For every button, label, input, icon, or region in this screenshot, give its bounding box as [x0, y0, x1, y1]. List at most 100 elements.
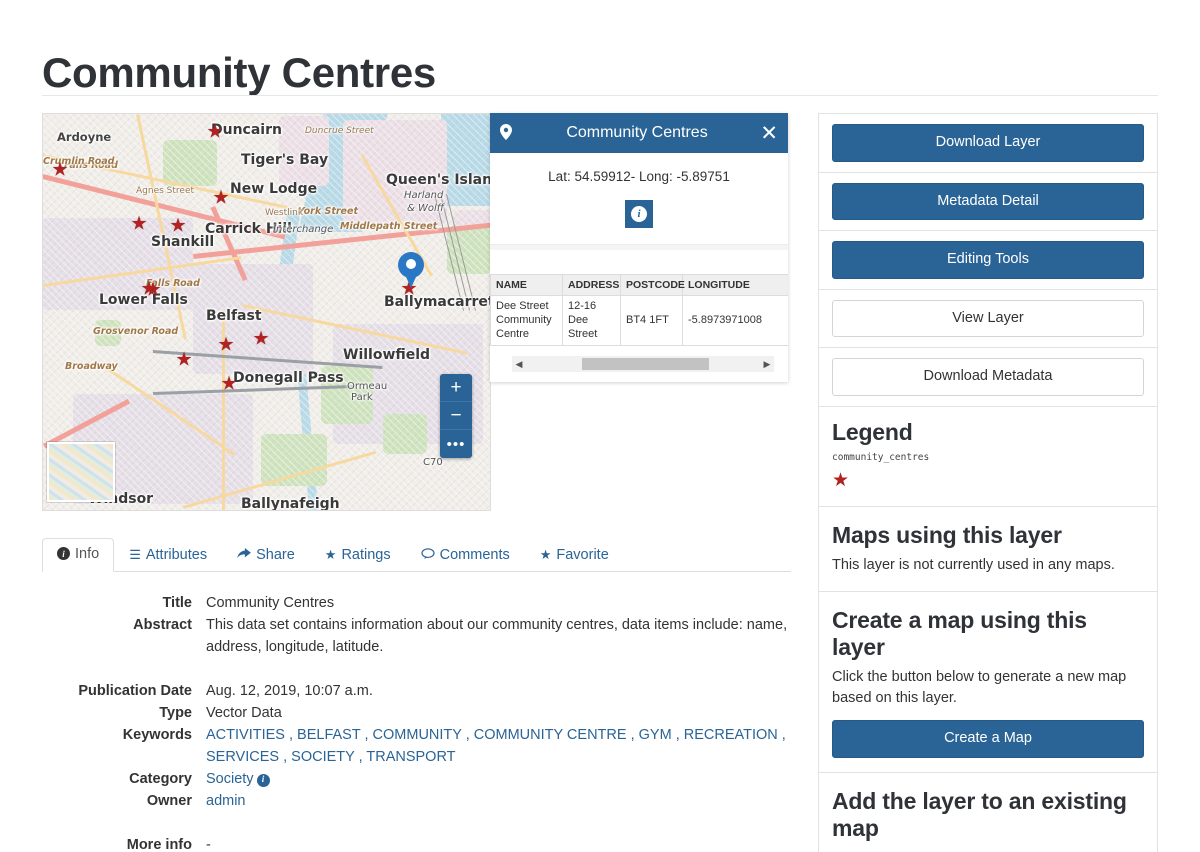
table-cell: -5.8973971008	[682, 294, 788, 347]
info-label-moreinfo[interactable]: More info	[42, 834, 206, 852]
map-marker-star-icon[interactable]: ★	[175, 351, 192, 370]
info-circle-icon[interactable]: i	[256, 773, 270, 787]
map-selected-pin[interactable]	[398, 252, 424, 288]
editing-tools-button[interactable]: Editing Tools	[832, 241, 1144, 279]
info-circle-icon: i	[631, 206, 647, 222]
info-label-title: Title	[162, 595, 192, 611]
star-icon: ★	[832, 469, 850, 491]
map-marker-star-icon[interactable]: ★	[212, 189, 229, 208]
popup-table-caption: es	[490, 260, 788, 274]
section-add-to-existing-map: Add the layer to an existing map Belfast…	[819, 773, 1157, 852]
tab-share[interactable]: Share	[222, 539, 310, 573]
maps-using-heading: Maps using this layer	[832, 521, 1062, 548]
info-value-type: Vector Data	[206, 705, 282, 722]
download-layer-button[interactable]: Download Layer	[832, 124, 1144, 162]
maps-using-text: This layer is not currently used in any …	[832, 556, 1115, 573]
info-row-owner: Owner admin	[42, 790, 791, 812]
map-marker-star-icon[interactable]: ★	[217, 336, 234, 355]
map-canvas[interactable]: Ardoyne Duncairn Duncrue Street Tiger's Bay…	[43, 114, 490, 510]
map-marker-star-icon[interactable]: ★	[169, 217, 186, 236]
layer-detail-page: Community Centres Ardoyne Duncairn Duncr…	[0, 0, 1200, 852]
tab-label: Share	[256, 546, 295, 563]
table-column-header: POSTCODE	[620, 274, 685, 296]
popup-info-button[interactable]: i	[625, 200, 653, 228]
section-create-map: Create a map using this layer Click the …	[819, 592, 1157, 773]
tab-ratings[interactable]: ★ Ratings	[310, 539, 406, 573]
info-row-type: Type Vector Data	[42, 702, 791, 724]
map-marker-star-icon[interactable]: ★	[206, 123, 223, 142]
create-map-heading: Create a map using this layer	[832, 606, 1087, 660]
map-more-options-button[interactable]: •••	[440, 430, 472, 458]
map-marker-star-icon[interactable]: ★	[130, 215, 147, 234]
scrollbar-thumb[interactable]	[582, 358, 709, 371]
popup-attribute-table[interactable]: FACILITIESNAMEADDRESSPOSTCODELONGITUDE 2…	[490, 274, 788, 347]
download-metadata-button[interactable]: Download Metadata	[832, 358, 1144, 396]
map-marker-star-icon[interactable]: ★	[220, 375, 237, 394]
tab-attributes[interactable]: ☰ Attributes	[114, 539, 222, 573]
map-overview-inset[interactable]	[47, 442, 115, 502]
info-label-category: Category	[129, 771, 192, 788]
table-cell: Dee Street Community Centre	[490, 294, 563, 347]
map-marker-star-icon[interactable]: ★	[252, 330, 269, 349]
tab-comments[interactable]: Comments	[406, 539, 525, 573]
info-value-keywords[interactable]: ACTIVITIES , BELFAST , COMMUNITY , COMMU…	[206, 724, 791, 768]
legend-heading: Legend	[832, 418, 913, 445]
popup-table-hscrollbar[interactable]: ◀ ▶	[512, 356, 774, 373]
scroll-right-icon[interactable]: ▶	[760, 359, 774, 370]
list-icon: ☰	[129, 547, 141, 563]
info-label-pubdate: Publication Date	[78, 683, 192, 700]
info-value-pubdate: Aug. 12, 2019, 10:07 a.m.	[206, 683, 373, 700]
popup-title: Community Centres	[566, 124, 708, 141]
table-cell: BT4 1FT	[620, 294, 683, 347]
map-viewport[interactable]: Ardoyne Duncairn Duncrue Street Tiger's Bay…	[42, 113, 491, 511]
section-legend: Legend community_centres ★	[819, 407, 1157, 507]
table-column-header: ADDRESS	[562, 274, 621, 296]
star-icon: ★	[324, 547, 337, 563]
tab-favorite[interactable]: ★ Favorite	[525, 539, 624, 573]
zoom-out-button[interactable]: −	[440, 402, 472, 430]
section-download-metadata: Download Metadata	[819, 348, 1157, 407]
info-value-category[interactable]: Society	[206, 771, 254, 787]
star-icon: ★	[539, 547, 552, 563]
zoom-in-button[interactable]: +	[440, 374, 472, 402]
popup-attribute-table-zone: es FACILITIESNAMEADDRESSPOSTCODELONGITUD…	[490, 250, 788, 382]
map-marker-star-icon[interactable]: ★	[51, 161, 68, 180]
table-cell: 12-16 Dee Street	[562, 294, 621, 347]
close-icon[interactable]: ✕	[754, 123, 778, 144]
section-editing-tools: Editing Tools	[819, 231, 1157, 290]
tab-label: Comments	[439, 546, 510, 563]
info-value-category-wrap: Society i	[206, 768, 791, 790]
map-marker-star-icon[interactable]: ★	[140, 280, 157, 299]
tab-info[interactable]: i Info	[42, 538, 115, 572]
header-divider	[42, 95, 1158, 96]
popup-table-shift: es FACILITIESNAMEADDRESSPOSTCODELONGITUD…	[490, 260, 788, 347]
metadata-detail-button[interactable]: Metadata Detail	[832, 182, 1144, 221]
map-zoom-controls[interactable]: + − •••	[440, 374, 472, 458]
detail-tabs[interactable]: i Info ☰ Attributes Share ★ Ratings Comments ★ Fa…	[42, 533, 791, 572]
popup-latlong: Lat: 54.59912- Long: -5.89751	[548, 169, 730, 184]
layer-actions-panel: Download Layer Metadata Detail Editing T…	[818, 113, 1158, 852]
popup-body: Lat: 54.59912- Long: -5.89751 i	[490, 153, 788, 244]
scroll-left-icon[interactable]: ◀	[512, 359, 526, 370]
info-label-keywords: Keywords	[122, 727, 192, 744]
layer-info-table: Title Community Centres Abstract This da…	[42, 592, 791, 852]
create-map-text: Click the button below to generate a new…	[832, 668, 1127, 707]
table-row[interactable]: 2Dee Street Community Centre12-16 Dee St…	[490, 294, 788, 347]
legend-layer-name: community_centres	[832, 451, 930, 463]
scrollbar-track[interactable]	[526, 356, 760, 372]
info-value-owner[interactable]: admin	[206, 790, 791, 812]
create-a-map-button[interactable]: Create a Map	[832, 720, 1144, 758]
info-circle-icon: i	[57, 547, 70, 562]
map-feature-popup[interactable]: Community Centres ✕ Lat: 54.59912- Long:…	[490, 113, 788, 383]
comment-icon	[421, 548, 435, 562]
popup-header: Community Centres ✕	[490, 113, 788, 153]
view-layer-button[interactable]: View Layer	[832, 299, 1144, 338]
info-label-abstract: Abstract	[133, 617, 192, 634]
table-column-header: LONGITUDE	[682, 274, 788, 296]
section-view-layer: View Layer	[819, 290, 1157, 349]
share-icon	[237, 547, 251, 562]
info-row-category: Category Society i	[42, 768, 791, 790]
table-column-header: NAME	[490, 274, 563, 296]
add-layer-heading: Add the layer to an existing map	[832, 787, 1127, 841]
